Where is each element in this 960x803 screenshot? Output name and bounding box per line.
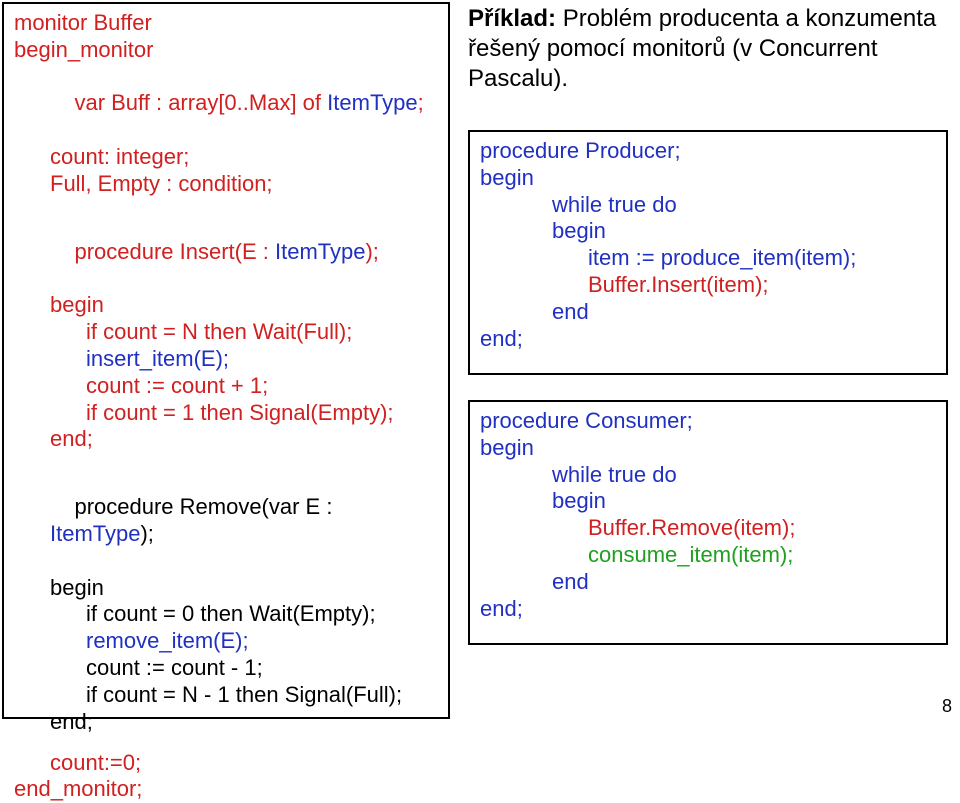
code-line: begin xyxy=(480,165,936,192)
code-line: count := count + 1; xyxy=(14,373,438,400)
code-line: procedure Producer; xyxy=(480,138,936,165)
example-label: Příklad: xyxy=(468,5,556,32)
code-line: consume_item(item); xyxy=(480,542,936,569)
code-line: procedure Insert(E : ItemType); xyxy=(14,212,438,292)
code-line: while true do xyxy=(480,192,936,219)
code-text: ); xyxy=(140,521,153,546)
code-line: procedure Remove(var E : ItemType); xyxy=(14,467,438,574)
code-line: end_monitor; xyxy=(14,776,438,803)
code-line: Buffer.Remove(item); xyxy=(480,515,936,542)
code-line: var Buff : array[0..Max] of ItemType; xyxy=(14,64,438,144)
code-text: procedure Remove(var E : xyxy=(74,494,338,519)
spacer xyxy=(14,453,438,467)
code-line: begin_monitor xyxy=(14,37,438,64)
code-text: ItemType xyxy=(327,90,417,115)
code-line: begin xyxy=(14,575,438,602)
code-line: if count = N then Wait(Full); xyxy=(14,319,438,346)
spacer xyxy=(14,736,438,750)
code-line: end; xyxy=(480,596,936,623)
code-line: end; xyxy=(480,326,936,353)
code-line: begin xyxy=(480,435,936,462)
code-line: Full, Empty : condition; xyxy=(14,171,438,198)
code-line: begin xyxy=(480,218,936,245)
code-line: item := produce_item(item); xyxy=(480,245,936,272)
code-text: ItemType xyxy=(50,521,140,546)
code-line: count := count - 1; xyxy=(14,655,438,682)
code-line: while true do xyxy=(480,462,936,489)
code-line: insert_item(E); xyxy=(14,346,438,373)
page-number: 8 xyxy=(942,696,952,717)
spacer xyxy=(14,198,438,212)
left-code-box: monitor Buffer begin_monitor var Buff : … xyxy=(2,2,450,719)
code-line: begin xyxy=(480,488,936,515)
code-line: monitor Buffer xyxy=(14,10,438,37)
code-line: end; xyxy=(14,426,438,453)
code-line: end; xyxy=(14,709,438,736)
code-text: var Buff : array[0..Max] of xyxy=(74,90,327,115)
code-line: count: integer; xyxy=(14,144,438,171)
code-line: begin xyxy=(14,292,438,319)
code-text: ItemType xyxy=(275,239,365,264)
producer-box: procedure Producer; begin while true do … xyxy=(468,130,948,375)
code-line: end xyxy=(480,569,936,596)
code-line: Buffer.Insert(item); xyxy=(480,272,936,299)
code-line: procedure Consumer; xyxy=(480,408,936,435)
example-title: Příklad: Problém producenta a konzumenta… xyxy=(468,4,948,94)
code-text: ); xyxy=(365,239,378,264)
code-line: end xyxy=(480,299,936,326)
code-text: ; xyxy=(418,90,424,115)
code-line: remove_item(E); xyxy=(14,628,438,655)
code-line: if count = 1 then Signal(Empty); xyxy=(14,400,438,427)
consumer-box: procedure Consumer; begin while true do … xyxy=(468,400,948,645)
code-text: procedure Insert(E : xyxy=(74,239,275,264)
code-line: count:=0; xyxy=(14,750,438,777)
code-line: if count = 0 then Wait(Empty); xyxy=(14,601,438,628)
code-line: if count = N - 1 then Signal(Full); xyxy=(14,682,438,709)
